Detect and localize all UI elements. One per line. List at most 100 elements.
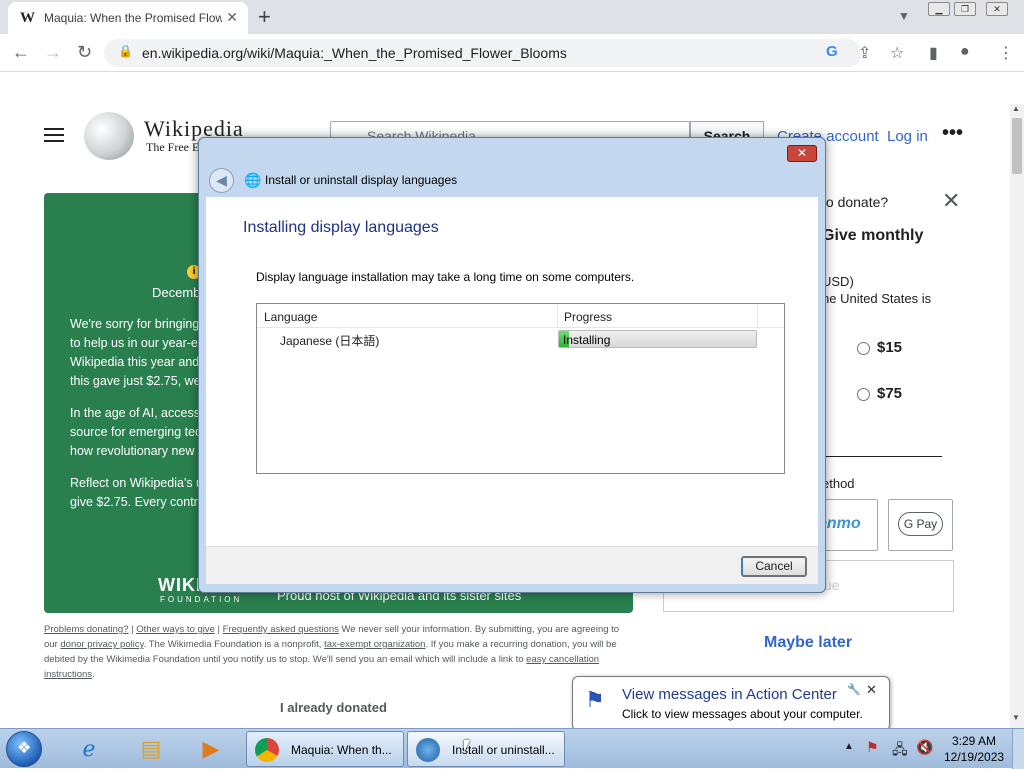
wrench-icon[interactable]: 🔧 bbox=[847, 683, 861, 696]
internet-explorer-icon[interactable]: ℯ bbox=[68, 733, 110, 765]
scroll-down-icon[interactable]: ▼ bbox=[1012, 713, 1020, 722]
taskbar-language-dialog-app[interactable]: Install or uninstall... bbox=[407, 731, 565, 767]
windows-logo-icon: ❖ bbox=[17, 740, 32, 757]
banner-close-icon[interactable]: ✕ bbox=[942, 188, 960, 214]
window-close-button[interactable]: ✕ bbox=[986, 2, 1008, 16]
share-icon[interactable]: ⇪ bbox=[858, 43, 871, 63]
column-separator bbox=[757, 304, 758, 328]
reload-icon[interactable]: ↻ bbox=[77, 42, 92, 63]
banner-date: Decemb bbox=[152, 285, 201, 300]
new-tab-button[interactable]: + bbox=[258, 4, 271, 30]
scroll-up-icon[interactable]: ▲ bbox=[1012, 104, 1020, 113]
progress-status: Installing bbox=[563, 333, 611, 347]
back-arrow-icon[interactable]: ◀ bbox=[209, 168, 234, 193]
country-label: he United States is bbox=[822, 291, 932, 306]
amount-75-radio[interactable] bbox=[857, 388, 870, 401]
browser-tab[interactable]: W Maquia: When the Promised Flower Bloom… bbox=[8, 2, 248, 34]
page-scrollbar[interactable] bbox=[1010, 104, 1024, 728]
language-row-name[interactable]: Japanese (日本語) bbox=[280, 332, 379, 349]
action-center-flag-icon: ⚑ bbox=[585, 687, 605, 712]
clock-date: 12/19/2023 bbox=[944, 750, 1005, 764]
tab-strip: W Maquia: When the Promised Flower Bloom… bbox=[0, 0, 1024, 34]
volume-muted-icon[interactable]: 🔇 bbox=[916, 739, 933, 756]
tab-close-icon[interactable]: ✕ bbox=[226, 9, 238, 26]
wikipedia-globe-logo[interactable] bbox=[84, 112, 134, 160]
forward-icon[interactable]: → bbox=[44, 42, 62, 63]
install-languages-dialog: ✕ ◀ 🌐 Install or uninstall display langu… bbox=[198, 137, 826, 593]
action-center-notification[interactable]: ⚑ View messages in Action Center Click t… bbox=[572, 676, 890, 743]
notification-close-icon[interactable]: ✕ bbox=[866, 682, 877, 698]
sidepanel-icon[interactable]: ▮ bbox=[929, 43, 938, 63]
problems-donating-link[interactable]: Problems donating? bbox=[44, 624, 129, 635]
give-monthly-option[interactable]: Give monthly bbox=[822, 227, 923, 245]
other-ways-link[interactable]: Other ways to give bbox=[136, 624, 215, 635]
taskbar: ❖ ℯ ▤ ▶ Maquia: When th... Install or un… bbox=[0, 728, 1024, 769]
chrome-icon bbox=[255, 738, 279, 762]
dialog-description: Display language installation may take a… bbox=[256, 270, 635, 284]
browser-toolbar: ← → ↻ 🔒 en.wikipedia.org/wiki/Maquia:_Wh… bbox=[0, 34, 1024, 72]
install-progress-bar: Installing bbox=[558, 330, 757, 348]
tab-search-chevron-icon[interactable]: ▼ bbox=[898, 9, 910, 23]
dialog-close-button[interactable]: ✕ bbox=[787, 145, 817, 162]
login-link[interactable]: Log in bbox=[887, 128, 928, 145]
notification-text[interactable]: Click to view messages about your comput… bbox=[622, 707, 863, 721]
wikipedia-tagline: The Free E bbox=[146, 140, 200, 154]
currency-label: USD) bbox=[822, 274, 854, 289]
maximize-button[interactable]: ❐ bbox=[954, 2, 976, 16]
more-options-icon[interactable]: ••• bbox=[942, 122, 963, 145]
continue-label: ue bbox=[824, 577, 840, 593]
network-icon[interactable]: 🖧 bbox=[892, 739, 908, 763]
maybe-later-link[interactable]: Maybe later bbox=[764, 634, 852, 652]
language-list[interactable]: Language Progress Japanese (日本語) Install… bbox=[256, 303, 785, 474]
media-player-icon[interactable]: ▶ bbox=[190, 733, 232, 765]
action-center-tray-icon[interactable]: ⚑ bbox=[866, 739, 879, 756]
scroll-thumb[interactable] bbox=[1012, 118, 1022, 174]
system-clock[interactable]: 3:29 AM 12/19/2023 bbox=[944, 733, 1004, 765]
address-bar[interactable]: 🔒 en.wikipedia.org/wiki/Maquia:_When_the… bbox=[104, 39, 862, 67]
dialog-title: Install or uninstall display languages bbox=[265, 173, 458, 187]
start-button[interactable]: ❖ bbox=[6, 731, 42, 767]
globe-language-icon: 🌐 bbox=[244, 172, 262, 188]
banner-paragraph-1: We're sorry for bringing to help us in ou… bbox=[70, 317, 210, 388]
menu-icon[interactable]: ⋮ bbox=[998, 43, 1014, 63]
star-icon[interactable]: ☆ bbox=[890, 43, 904, 63]
dialog-footer: Cancel bbox=[206, 546, 818, 584]
banner-paragraph-3: Reflect on Wikipedia's us give $2.75. Eve… bbox=[70, 476, 210, 509]
notification-title[interactable]: View messages in Action Center bbox=[622, 686, 837, 703]
legal-text: Problems donating? | Other ways to give … bbox=[44, 624, 620, 680]
faq-link[interactable]: Frequently asked questions bbox=[223, 624, 339, 635]
payment-method-label: ethod bbox=[822, 476, 855, 491]
file-explorer-icon[interactable]: ▤ bbox=[130, 733, 172, 765]
hamburger-menu-icon[interactable] bbox=[44, 128, 64, 142]
amount-15-radio[interactable] bbox=[857, 342, 870, 355]
wikimedia-foundation-label: FOUNDATION bbox=[160, 595, 243, 604]
back-icon[interactable]: ← bbox=[12, 42, 30, 63]
donate-question: to donate? bbox=[822, 194, 889, 210]
list-header: Language Progress bbox=[257, 304, 784, 328]
show-desktop-button[interactable] bbox=[1012, 729, 1024, 769]
tax-exempt-link[interactable]: tax-exempt organization bbox=[324, 639, 425, 650]
clock-time: 3:29 AM bbox=[951, 734, 997, 748]
amount-75-label[interactable]: $75 bbox=[877, 385, 902, 402]
column-language[interactable]: Language bbox=[264, 310, 317, 324]
column-separator bbox=[557, 304, 558, 328]
taskbar-chrome-app[interactable]: Maquia: When th... bbox=[246, 731, 404, 767]
already-donated-link[interactable]: I already donated bbox=[280, 700, 387, 715]
profile-icon[interactable]: ● bbox=[960, 43, 970, 61]
dialog-content: Installing display languages Display lan… bbox=[206, 197, 818, 584]
privacy-policy-link[interactable]: donor privacy policy bbox=[60, 639, 143, 650]
amount-15-label[interactable]: $15 bbox=[877, 339, 902, 356]
language-icon bbox=[416, 738, 440, 762]
dialog-heading: Installing display languages bbox=[243, 219, 439, 236]
url-text[interactable]: en.wikipedia.org/wiki/Maquia:_When_the_P… bbox=[142, 45, 567, 61]
show-hidden-icons[interactable]: ▲ bbox=[844, 741, 854, 752]
banner-paragraph-2: In the age of AI, access t source for eme… bbox=[70, 406, 209, 458]
minimize-button[interactable]: ▁ bbox=[928, 2, 950, 16]
column-progress[interactable]: Progress bbox=[564, 310, 612, 324]
wikipedia-favicon-icon: W bbox=[20, 10, 35, 26]
lock-icon[interactable]: 🔒 bbox=[118, 44, 133, 58]
divider bbox=[822, 456, 942, 457]
google-icon[interactable]: G bbox=[826, 43, 838, 60]
cancel-button[interactable]: Cancel bbox=[741, 556, 807, 577]
tab-title: Maquia: When the Promised Flower Blooms bbox=[44, 11, 222, 25]
